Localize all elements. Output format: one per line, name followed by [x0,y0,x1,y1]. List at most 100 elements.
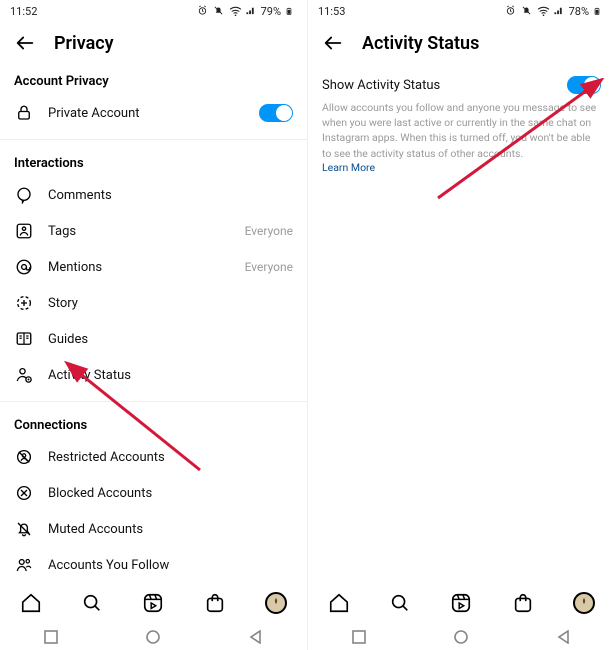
section-heading-interactions: Interactions [0,150,307,177]
show-activity-status-toggle[interactable] [567,76,601,94]
home-tab[interactable] [327,591,351,615]
avatar-icon [265,592,287,614]
muted-label: Muted Accounts [48,522,293,537]
search-tab[interactable] [388,591,412,615]
home-button[interactable] [123,628,183,646]
profile-tab[interactable] [264,591,288,615]
section-heading-connections: Connections [0,412,307,439]
shop-tab[interactable] [511,591,535,615]
status-battery-text: 78% [569,5,589,18]
accounts-you-follow-row[interactable]: Accounts You Follow [0,547,307,583]
home-tab[interactable] [19,591,43,615]
story-icon [14,293,34,313]
alarm-icon [505,5,517,17]
private-account-toggle[interactable] [259,104,293,122]
guides-icon [14,329,34,349]
activity-status-row[interactable]: Activity Status [0,357,307,393]
muted-icon [14,519,34,539]
home-button[interactable] [431,628,491,646]
private-account-row[interactable]: Private Account [0,95,307,131]
show-activity-status-label: Show Activity Status [322,78,440,93]
comment-icon [14,185,34,205]
bell-off-icon [213,5,225,17]
tags-row[interactable]: Tags Everyone [0,213,307,249]
back-button[interactable] [14,32,36,54]
learn-more-link[interactable]: Learn More [322,161,601,174]
restricted-icon [14,447,34,467]
bottom-tab-bar [0,582,307,624]
reels-tab[interactable] [449,591,473,615]
bottom-tab-bar [308,582,615,624]
mentions-icon [14,257,34,277]
divider [0,401,307,402]
square-icon [44,630,58,644]
recent-apps-button[interactable] [21,628,81,646]
show-activity-status-row[interactable]: Show Activity Status [322,70,601,100]
android-nav-bar [308,624,615,650]
profile-tab[interactable] [572,591,596,615]
tags-icon [14,221,34,241]
blocked-icon [14,483,34,503]
alarm-icon [197,5,209,17]
blocked-accounts-row[interactable]: Blocked Accounts [0,475,307,511]
circle-icon [146,630,160,644]
lock-icon [14,103,34,123]
bell-off-icon [521,5,533,17]
activity-status-label: Activity Status [48,368,293,383]
search-icon [389,592,411,614]
activity-status-screen: 11:53 78% Activity Status Show Activity … [308,0,615,650]
restricted-accounts-row[interactable]: Restricted Accounts [0,439,307,475]
page-title: Activity Status [362,33,479,54]
reels-icon [450,592,472,614]
shop-tab[interactable] [203,591,227,615]
signal-icon [553,5,565,17]
comments-row[interactable]: Comments [0,177,307,213]
wifi-icon [229,5,241,17]
wifi-icon [537,5,549,17]
guides-row[interactable]: Guides [0,321,307,357]
private-account-label: Private Account [48,106,245,121]
arrow-left-icon [322,32,344,54]
back-nav-button[interactable] [534,628,594,646]
home-icon [328,592,350,614]
muted-accounts-row[interactable]: Muted Accounts [0,511,307,547]
reels-tab[interactable] [141,591,165,615]
home-icon [20,592,42,614]
triangle-icon [557,630,571,644]
follow-label: Accounts You Follow [48,558,293,573]
search-icon [81,592,103,614]
blocked-label: Blocked Accounts [48,486,293,501]
page-header: Activity Status [308,22,615,66]
status-bar: 11:53 78% [308,0,615,22]
back-button[interactable] [322,32,344,54]
status-battery-text: 79% [261,5,281,18]
shop-icon [512,592,534,614]
battery-icon [285,5,297,17]
reels-icon [142,592,164,614]
square-icon [352,630,366,644]
status-time: 11:53 [318,5,345,18]
tags-label: Tags [48,224,231,239]
search-tab[interactable] [80,591,104,615]
back-nav-button[interactable] [226,628,286,646]
privacy-screen: 11:52 79% [0,0,307,650]
avatar-icon [573,592,595,614]
section-heading-account-privacy: Account Privacy [0,68,307,95]
follow-icon [14,555,34,575]
story-label: Story [48,296,293,311]
status-bar: 11:52 79% [0,0,307,22]
triangle-icon [249,630,263,644]
restricted-label: Restricted Accounts [48,450,293,465]
helper-text: Allow accounts you follow and anyone you… [322,100,601,161]
guides-label: Guides [48,332,293,347]
divider [0,139,307,140]
arrow-left-icon [14,32,36,54]
mentions-value: Everyone [245,260,293,274]
page-header: Privacy [0,22,307,66]
recent-apps-button[interactable] [329,628,389,646]
mentions-row[interactable]: Mentions Everyone [0,249,307,285]
tags-value: Everyone [245,224,293,238]
story-row[interactable]: Story [0,285,307,321]
shop-icon [204,592,226,614]
mentions-label: Mentions [48,260,231,275]
